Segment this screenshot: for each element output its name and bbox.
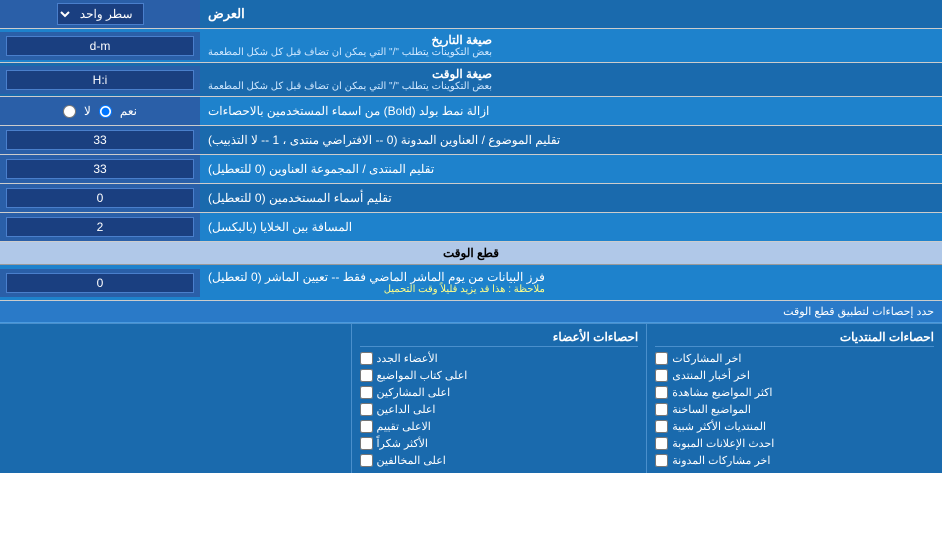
cb-most-thanked[interactable]: [360, 437, 373, 450]
single-line-select[interactable]: سطر واحد سطرين: [57, 3, 144, 25]
checkbox-item: اعلى الداعين: [360, 401, 639, 418]
cb-top-referrers[interactable]: [360, 403, 373, 416]
radio-yes-label: نعم: [120, 104, 137, 118]
cb-top-violators[interactable]: [360, 454, 373, 467]
checkbox-item: اكثر المواضيع مشاهدة: [655, 384, 934, 401]
stats-label-col: [0, 324, 352, 473]
topics-titles-input[interactable]: [6, 130, 194, 150]
cb-last-posts[interactable]: [655, 352, 668, 365]
cb-forum-news[interactable]: [655, 369, 668, 382]
cell-gap-input[interactable]: [6, 217, 194, 237]
checkbox-item: الأكثر شكراً: [360, 435, 639, 452]
time-cut-label: فرز البيانات من يوم الماشر الماضي فقط --…: [200, 266, 942, 299]
page-title: العرض: [200, 0, 942, 28]
member-stats-col: احصاءات الأعضاء الأعضاء الجدد اعلى كتاب …: [352, 324, 648, 473]
time-cut-header: قطع الوقت: [0, 242, 942, 265]
cb-top-participants[interactable]: [360, 386, 373, 399]
cb-top-posters[interactable]: [360, 369, 373, 382]
checkbox-item: المواضيع الساخنة: [655, 401, 934, 418]
checkbox-item: الاعلى تقييم: [360, 418, 639, 435]
cb-top-rated[interactable]: [360, 420, 373, 433]
user-names-label: تقليم أسماء المستخدمين (0 للتعطيل): [200, 184, 942, 212]
cb-new-members[interactable]: [360, 352, 373, 365]
forum-stats-col: احصاءات المنتديات اخر المشاركات اخر أخبا…: [647, 324, 942, 473]
topics-titles-label: تقليم الموضوع / العناوين المدونة (0 -- ا…: [200, 126, 942, 154]
cb-most-viewed[interactable]: [655, 386, 668, 399]
cb-hot-topics[interactable]: [655, 403, 668, 416]
forum-stats-title: احصاءات المنتديات: [655, 328, 934, 347]
cb-latest-ads[interactable]: [655, 437, 668, 450]
checkbox-item: اخر أخبار المنتدى: [655, 367, 934, 384]
cb-popular-forums[interactable]: [655, 420, 668, 433]
checkbox-item: اعلى المشاركين: [360, 384, 639, 401]
radio-no-label: لا: [84, 104, 91, 118]
member-stats-title: احصاءات الأعضاء: [360, 328, 639, 347]
radio-no[interactable]: [63, 105, 76, 118]
forum-titles-input[interactable]: [6, 159, 194, 179]
radio-yes[interactable]: [99, 105, 112, 118]
checkbox-item: المنتديات الأكثر شبية: [655, 418, 934, 435]
date-format-input[interactable]: [6, 36, 194, 56]
checkbox-item: اعلى كتاب المواضيع: [360, 367, 639, 384]
limit-label: حدد إحصاءات لتطبيق قطع الوقت: [0, 301, 942, 323]
time-cut-input[interactable]: [6, 273, 194, 293]
checkbox-item: اخر المشاركات: [655, 350, 934, 367]
cell-gap-label: المسافة بين الخلايا (بالبكسل): [200, 213, 942, 241]
checkbox-item: اعلى المخالفين: [360, 452, 639, 469]
checkbox-item: الأعضاء الجدد: [360, 350, 639, 367]
user-names-input[interactable]: [6, 188, 194, 208]
cb-blog-posts[interactable]: [655, 454, 668, 467]
bold-remove-label: ازالة نمط بولد (Bold) من اسماء المستخدمي…: [200, 97, 942, 125]
forum-titles-label: تقليم المنتدى / المجموعة العناوين (0 للت…: [200, 155, 942, 183]
time-format-label: صيغة الوقت بعض التكوينات يتطلب "/" التي …: [200, 63, 942, 96]
time-format-input[interactable]: [6, 70, 194, 90]
checkbox-item: اخر مشاركات المدونة: [655, 452, 934, 469]
date-format-label: صيغة التاريخ بعض التكوينات يتطلب "/" الت…: [200, 29, 942, 62]
checkbox-item: احدث الإعلانات المبوبة: [655, 435, 934, 452]
